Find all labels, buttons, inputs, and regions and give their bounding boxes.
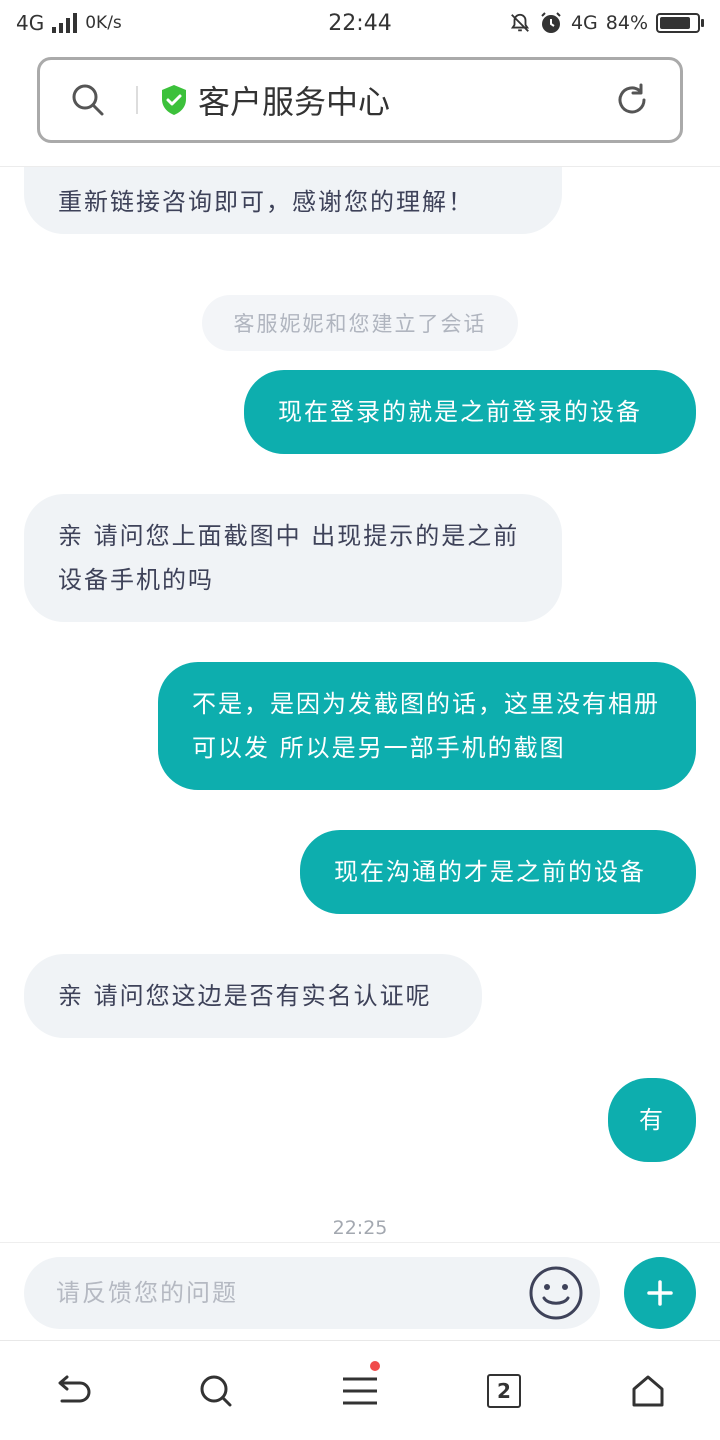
message-bubble-user: 现在登录的就是之前登录的设备	[244, 370, 696, 454]
message-input-box[interactable]	[24, 1257, 600, 1329]
message-text: 重新链接咨询即可，感谢您的理解！	[58, 187, 474, 216]
message-text: 不是，是因为发截图的话，这里没有相册可以发 所以是另一部手机的截图	[192, 690, 660, 762]
message-text: 有	[639, 1106, 665, 1134]
signal-icon	[52, 13, 78, 33]
page-title: 客户服务中心	[198, 83, 391, 121]
status-bar: 4G 0K/s 22:44 4G 84%	[0, 0, 720, 46]
browser-bottom-nav: 2	[0, 1340, 720, 1440]
message-text: 现在沟通的才是之前的设备	[334, 858, 646, 886]
alarm-icon	[541, 12, 561, 33]
back-icon	[58, 1375, 91, 1402]
message-text: 亲 请问您上面截图中 出现提示的是之前设备手机的吗	[58, 522, 520, 594]
refresh-icon[interactable]	[584, 81, 680, 119]
menu-icon	[343, 1377, 377, 1404]
home-button[interactable]	[576, 1341, 720, 1440]
notification-dot	[370, 1361, 380, 1371]
message-bubble-user: 有	[608, 1078, 696, 1162]
system-note: 客服妮妮和您建立了会话	[202, 295, 518, 351]
search-icon[interactable]	[40, 82, 136, 118]
message-text: 现在登录的就是之前登录的设备	[278, 398, 642, 426]
message-bubble-agent: 亲 请问您上面截图中 出现提示的是之前设备手机的吗	[24, 494, 562, 622]
status-right: 4G 84%	[444, 11, 704, 35]
message-text: 亲 请问您这边是否有实名认证呢	[58, 982, 432, 1010]
message-bubble-agent: 亲 请问您这边是否有实名认证呢	[24, 954, 482, 1038]
network-speed: 0K/s	[85, 13, 122, 33]
emoji-icon[interactable]	[528, 1265, 584, 1321]
menu-button[interactable]	[288, 1341, 432, 1440]
tabs-button[interactable]: 2	[432, 1341, 576, 1440]
search-icon	[200, 1375, 232, 1406]
status-left: 4G 0K/s	[16, 11, 276, 35]
message-input[interactable]	[56, 1279, 516, 1307]
message-bubble-user: 现在沟通的才是之前的设备	[300, 830, 696, 914]
search-button[interactable]	[144, 1341, 288, 1440]
back-button[interactable]	[0, 1341, 144, 1440]
chat-area[interactable]: 重新链接咨询即可，感谢您的理解！ 客服妮妮和您建立了会话 现在登录的就是之前登录…	[0, 167, 720, 1242]
battery-icon	[656, 13, 704, 33]
home-icon	[632, 1375, 664, 1406]
plus-icon	[647, 1280, 673, 1306]
mute-notification-icon	[510, 13, 529, 32]
battery-percent: 84%	[605, 12, 648, 34]
add-attachment-button[interactable]	[624, 1257, 696, 1329]
network-type-label: 4G	[16, 11, 45, 35]
network-type-right: 4G	[570, 12, 598, 34]
tabs-icon: 2	[487, 1373, 521, 1408]
secure-shield-icon	[162, 85, 186, 115]
message-bubble-agent: 重新链接咨询即可，感谢您的理解！	[24, 167, 562, 234]
input-area	[0, 1242, 720, 1340]
address-bar[interactable]: 客户服务中心	[37, 57, 683, 143]
status-time: 22:44	[328, 10, 392, 36]
message-timestamp: 22:25	[332, 1217, 388, 1239]
address-divider	[136, 86, 138, 114]
message-bubble-user: 不是，是因为发截图的话，这里没有相册可以发 所以是另一部手机的截图	[158, 662, 696, 790]
